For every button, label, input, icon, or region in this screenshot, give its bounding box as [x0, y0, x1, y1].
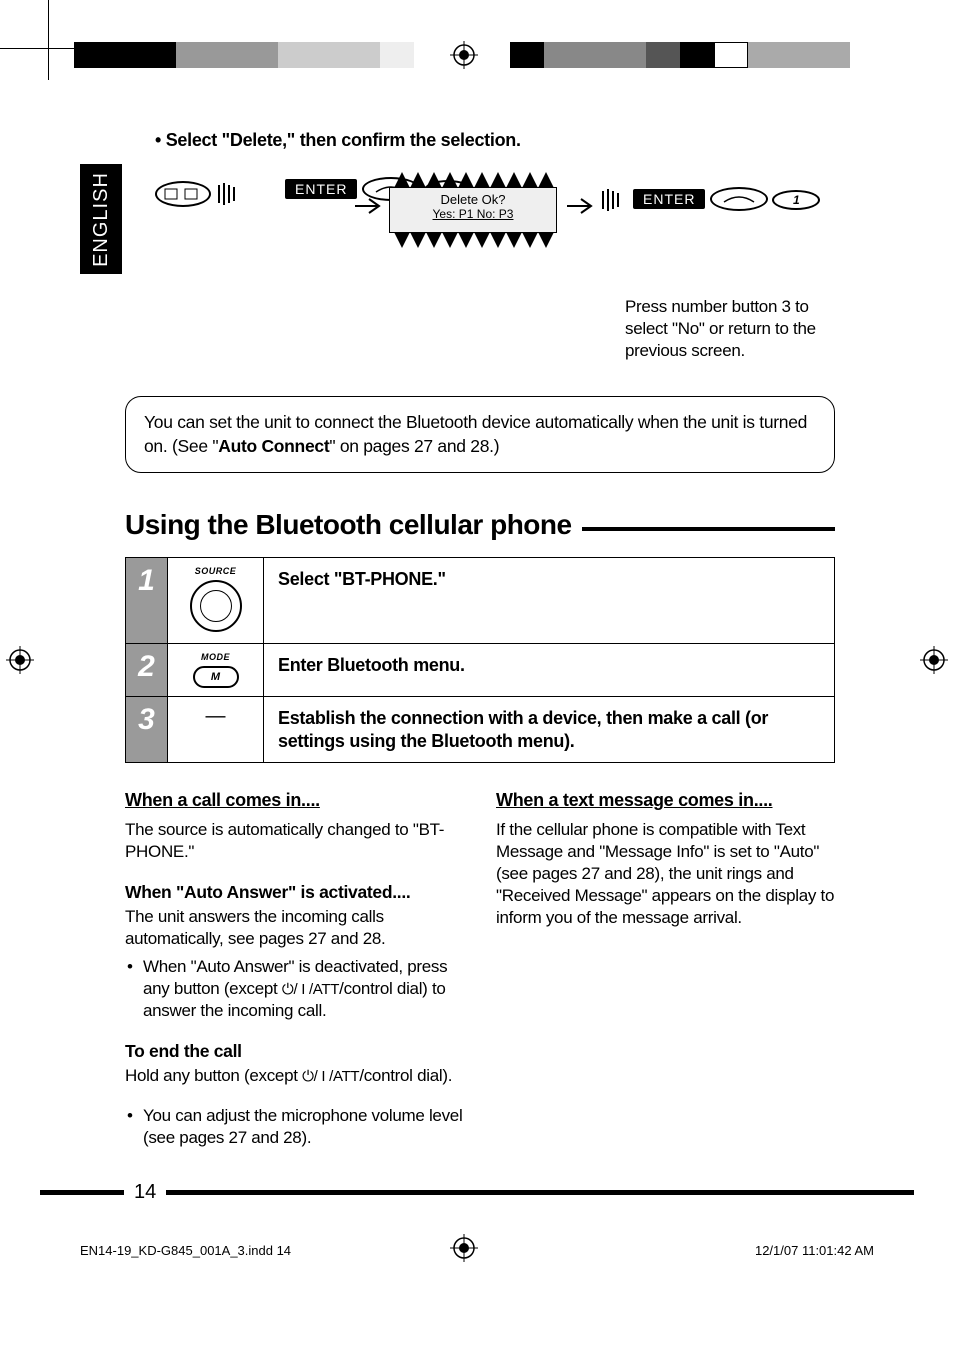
- subheading: When a call comes in....: [125, 789, 464, 812]
- section-heading-text: Using the Bluetooth cellular phone: [125, 509, 572, 541]
- step-number: 1: [126, 558, 167, 604]
- source-dial-icon: [190, 580, 242, 632]
- right-column: When a text message comes in.... If the …: [496, 789, 835, 1155]
- color-bar-top-left: [74, 42, 414, 68]
- lcd-display: Delete Ok? Yes: P1 No: P3: [389, 187, 557, 233]
- power-att-glyph: ⏻/ I /ATT: [302, 1068, 359, 1085]
- remote-display-icon: [155, 181, 211, 207]
- enter-button-label: ENTER: [285, 179, 357, 199]
- page-number-bar: 14: [40, 1181, 914, 1204]
- instruction-bullet: Select "Delete," then confirm the select…: [155, 130, 835, 151]
- registration-mark-icon: [920, 646, 948, 674]
- language-tab-label: ENGLISH: [90, 172, 113, 267]
- color-bar-top-right: [510, 42, 850, 68]
- left-column: When a call comes in.... The source is a…: [125, 789, 464, 1155]
- step-description: Enter Bluetooth menu.: [264, 644, 835, 697]
- registration-mark-icon: [450, 41, 478, 69]
- power-att-glyph: ⏻/ I /ATT: [282, 981, 339, 998]
- step-number: 3: [126, 697, 167, 743]
- arrow-right-icon: [355, 197, 385, 220]
- steps-table: 1 SOURCE Select "BT-PHONE." 2 MODE M Ent…: [125, 557, 835, 763]
- enter-button-label: ENTER: [633, 189, 705, 209]
- step-row-2: 2 MODE M Enter Bluetooth menu.: [126, 644, 835, 697]
- arrow-right-icon: [567, 197, 597, 220]
- step-number: 2: [126, 644, 167, 690]
- page-bar-right: [166, 1190, 914, 1195]
- subheading: When "Auto Answer" is activated....: [125, 881, 464, 904]
- footer-filename: EN14-19_KD-G845_001A_3.indd 14: [80, 1243, 291, 1258]
- lcd-line-2: Yes: P1 No: P3: [390, 207, 556, 221]
- subheading: To end the call: [125, 1040, 464, 1063]
- auto-connect-info-box: You can set the unit to connect the Blue…: [125, 396, 835, 473]
- footer-timestamp: 12/1/07 11:01:42 AM: [755, 1243, 874, 1258]
- footer-meta: EN14-19_KD-G845_001A_3.indd 14 12/1/07 1…: [80, 1243, 874, 1258]
- sound-icon: [217, 181, 239, 207]
- step-icon-label: MODE: [174, 652, 257, 662]
- step-description: Select "BT-PHONE.": [264, 558, 835, 644]
- lcd-line-1: Delete Ok?: [390, 192, 556, 207]
- mode-button-icon: M: [193, 666, 239, 688]
- sound-icon: [601, 187, 623, 213]
- body-text: The source is automatically changed to "…: [125, 819, 464, 863]
- body-text-part: Hold any button (except: [125, 1066, 302, 1085]
- page-bar-left: [40, 1190, 124, 1195]
- info-text-post: " on pages 27 and 28.): [329, 436, 499, 456]
- crop-mark: [0, 48, 80, 49]
- crop-mark: [48, 0, 49, 80]
- registration-mark-icon: [6, 646, 34, 674]
- body-text: If the cellular phone is compatible with…: [496, 819, 835, 929]
- body-text: The unit answers the incoming calls auto…: [125, 906, 464, 950]
- step-row-3: 3 — Establish the connection with a devi…: [126, 697, 835, 763]
- diagram-note: Press number button 3 to select "No" or …: [625, 296, 845, 362]
- list-item: When "Auto Answer" is deactivated, press…: [125, 956, 464, 1022]
- language-tab: ENGLISH: [80, 164, 122, 274]
- body-text-part: /control dial).: [359, 1066, 452, 1085]
- lcd-emphasis-icon: [390, 170, 556, 191]
- step-icon-label: SOURCE: [174, 566, 257, 576]
- lcd-emphasis-icon: [390, 229, 556, 250]
- delete-diagram: ENTER 1 Delete Ok? Yes: P1 No: P3: [125, 171, 835, 286]
- number-1-button-icon: 1: [772, 190, 820, 210]
- section-heading: Using the Bluetooth cellular phone: [125, 509, 835, 541]
- step-row-1: 1 SOURCE Select "BT-PHONE.": [126, 558, 835, 644]
- subheading: When a text message comes in....: [496, 789, 835, 812]
- mode-button-letter: M: [211, 671, 220, 683]
- page-number: 14: [124, 1181, 166, 1204]
- heading-rule: [582, 527, 835, 531]
- step-description: Establish the connection with a device, …: [264, 697, 835, 763]
- dash-icon: —: [174, 705, 257, 728]
- enter-button-icon: [710, 187, 768, 211]
- body-text: Hold any button (except ⏻/ I /ATT/contro…: [125, 1065, 464, 1087]
- info-text-bold: Auto Connect: [218, 436, 329, 456]
- list-item: You can adjust the microphone volume lev…: [125, 1105, 464, 1149]
